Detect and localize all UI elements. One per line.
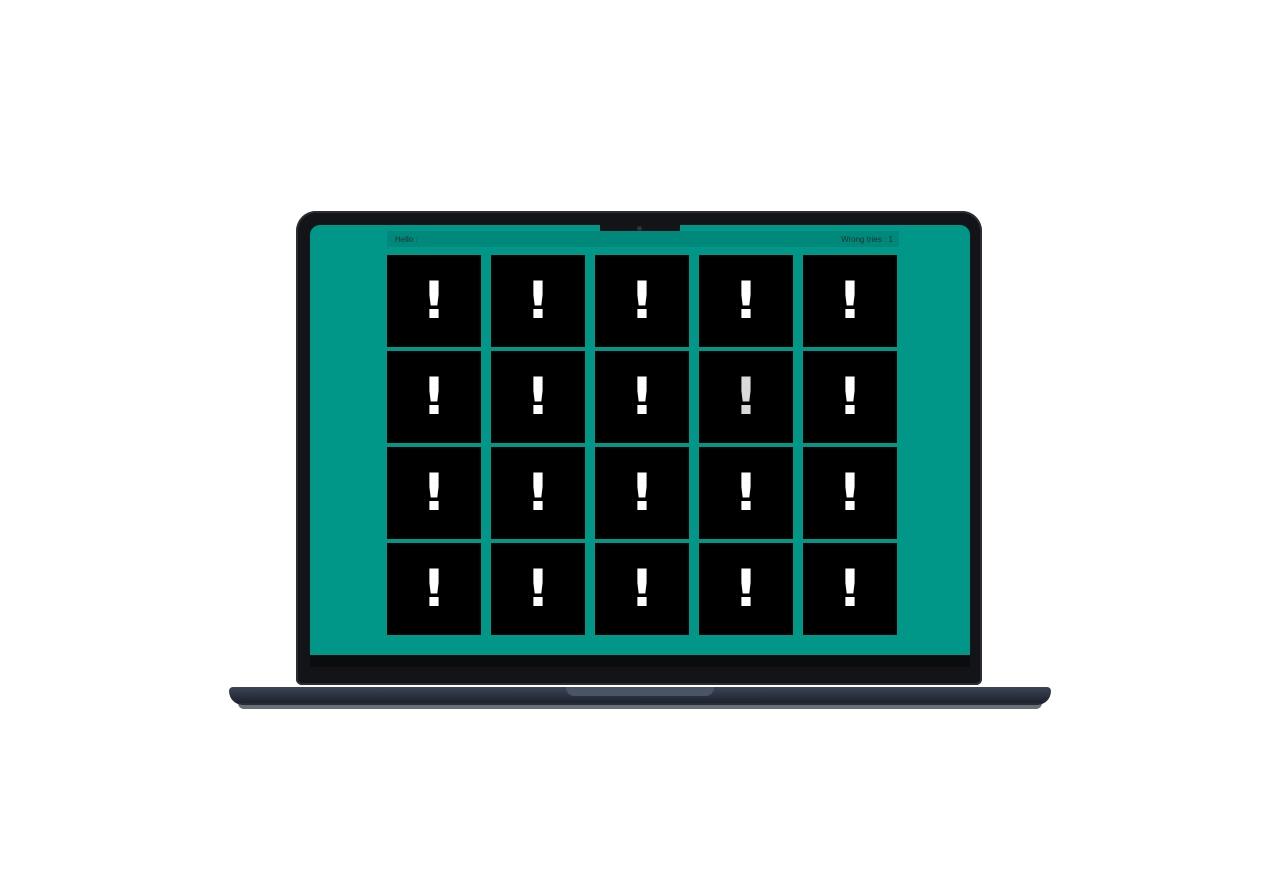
memory-card[interactable]: ! — [387, 543, 481, 635]
memory-card[interactable]: ! — [699, 255, 793, 347]
memory-card[interactable]: ! — [491, 543, 585, 635]
exclamation-icon: ! — [630, 463, 654, 523]
exclamation-icon: ! — [838, 271, 862, 331]
memory-card[interactable]: ! — [595, 351, 689, 443]
memory-card-board: !!!!!!!!!!!!!!!!!!!! — [387, 255, 901, 635]
laptop-mockup: Hello : Wrong tries : 1 !!!!!!!!!!!!!!!!… — [0, 0, 1280, 896]
exclamation-icon: ! — [630, 367, 654, 427]
exclamation-icon: ! — [526, 271, 550, 331]
exclamation-icon: ! — [422, 271, 446, 331]
exclamation-icon: ! — [630, 559, 654, 619]
exclamation-icon: ! — [838, 463, 862, 523]
memory-card[interactable]: ! — [803, 447, 897, 539]
memory-card[interactable]: ! — [387, 255, 481, 347]
exclamation-icon: ! — [422, 367, 446, 427]
memory-card[interactable]: ! — [699, 351, 793, 443]
laptop-bezel-bottom — [310, 655, 970, 667]
memory-card[interactable]: ! — [491, 255, 585, 347]
exclamation-icon: ! — [838, 367, 862, 427]
game-header — [387, 231, 899, 247]
memory-card[interactable]: ! — [595, 543, 689, 635]
memory-card[interactable]: ! — [595, 447, 689, 539]
memory-card[interactable]: ! — [491, 447, 585, 539]
exclamation-icon: ! — [422, 463, 446, 523]
memory-card[interactable]: ! — [803, 255, 897, 347]
exclamation-icon: ! — [734, 463, 758, 523]
memory-card[interactable]: ! — [387, 351, 481, 443]
exclamation-icon: ! — [838, 559, 862, 619]
memory-card[interactable]: ! — [699, 543, 793, 635]
memory-card[interactable]: ! — [387, 447, 481, 539]
exclamation-icon: ! — [734, 367, 758, 427]
exclamation-icon: ! — [526, 463, 550, 523]
exclamation-icon: ! — [526, 559, 550, 619]
exclamation-icon: ! — [734, 559, 758, 619]
memory-card[interactable]: ! — [803, 543, 897, 635]
memory-card[interactable]: ! — [803, 351, 897, 443]
exclamation-icon: ! — [630, 271, 654, 331]
memory-card[interactable]: ! — [699, 447, 793, 539]
memory-card[interactable]: ! — [595, 255, 689, 347]
laptop-hinge-notch — [566, 687, 714, 696]
exclamation-icon: ! — [734, 271, 758, 331]
greeting-text: Hello : — [395, 235, 418, 244]
laptop-base-edge — [238, 703, 1042, 709]
wrong-tries-counter: Wrong tries : 1 — [841, 235, 893, 244]
exclamation-icon: ! — [422, 559, 446, 619]
exclamation-icon: ! — [526, 367, 550, 427]
memory-card[interactable]: ! — [491, 351, 585, 443]
